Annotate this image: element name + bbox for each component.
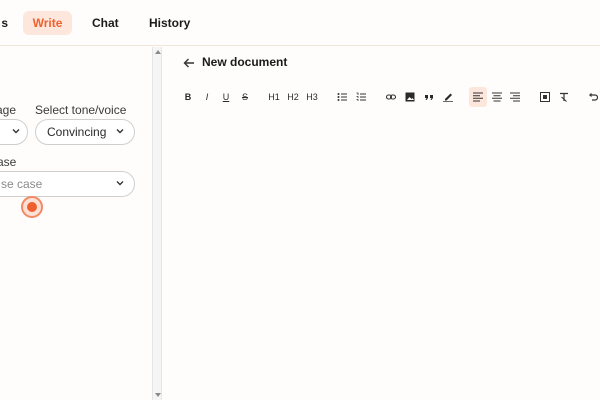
formatting-toolbar: B I U S H1 H2 H3	[163, 87, 600, 109]
tone-value: Convincing	[47, 125, 107, 139]
highlight-button[interactable]	[441, 87, 455, 107]
chevron-down-icon	[116, 181, 124, 186]
clear-format-icon	[560, 92, 568, 102]
align-center-icon	[492, 92, 502, 102]
language-select[interactable]	[0, 119, 28, 145]
align-right-button[interactable]	[508, 87, 522, 107]
quote-icon	[425, 95, 433, 100]
back-arrow-icon[interactable]	[182, 56, 196, 70]
bold-button[interactable]: B	[181, 87, 195, 107]
undo-icon	[589, 92, 598, 101]
heading2-button[interactable]: H2	[285, 87, 301, 107]
record-button[interactable]	[21, 196, 43, 218]
document-title: New document	[202, 55, 288, 69]
tab-clipped[interactable]: s	[0, 11, 8, 35]
align-center-button[interactable]	[490, 87, 504, 107]
tab-write[interactable]: Write	[23, 11, 72, 35]
numbered-list-icon	[356, 92, 366, 101]
use-case-placeholder: se case	[1, 177, 43, 191]
italic-button[interactable]: I	[200, 87, 214, 107]
embed-button[interactable]	[538, 87, 552, 107]
editor-pane: New document B I U S H1 H2 H3	[163, 47, 600, 400]
scroll-down-arrow-icon[interactable]	[155, 393, 161, 397]
align-left-button[interactable]	[469, 87, 487, 107]
tone-select[interactable]: Convincing	[35, 119, 135, 145]
tone-label: Select tone/voice	[35, 103, 127, 117]
sidebar-scrollbar[interactable]	[152, 47, 162, 400]
top-nav: s Write Chat History	[0, 0, 600, 46]
pen-icon	[443, 93, 453, 102]
heading3-button[interactable]: H3	[304, 87, 320, 107]
tab-history[interactable]: History	[149, 11, 190, 35]
chevron-down-icon	[12, 129, 20, 134]
scroll-up-arrow-icon[interactable]	[155, 50, 161, 54]
clear-format-button[interactable]	[557, 87, 571, 107]
quote-button[interactable]	[422, 87, 436, 107]
link-button[interactable]	[384, 87, 398, 107]
use-case-select[interactable]: se case	[0, 171, 135, 197]
link-icon	[386, 94, 396, 100]
bullet-list-icon	[337, 93, 347, 101]
numbered-list-button[interactable]	[354, 87, 368, 107]
record-dot-icon	[27, 202, 37, 212]
use-case-label: ase	[0, 155, 17, 169]
image-icon	[405, 92, 415, 102]
image-button[interactable]	[403, 87, 417, 107]
align-right-icon	[510, 92, 520, 102]
heading1-button[interactable]: H1	[266, 87, 282, 107]
language-label: age	[0, 103, 17, 117]
strikethrough-button[interactable]: S	[238, 87, 252, 107]
frame-icon	[540, 92, 550, 102]
bullet-list-button[interactable]	[335, 87, 349, 107]
tab-chat[interactable]: Chat	[92, 11, 119, 35]
settings-panel: age Select tone/voice Convincing ase se …	[0, 47, 152, 400]
underline-button[interactable]: U	[219, 87, 233, 107]
undo-button[interactable]	[586, 87, 600, 107]
chevron-down-icon	[116, 129, 124, 134]
align-left-icon	[473, 92, 483, 102]
